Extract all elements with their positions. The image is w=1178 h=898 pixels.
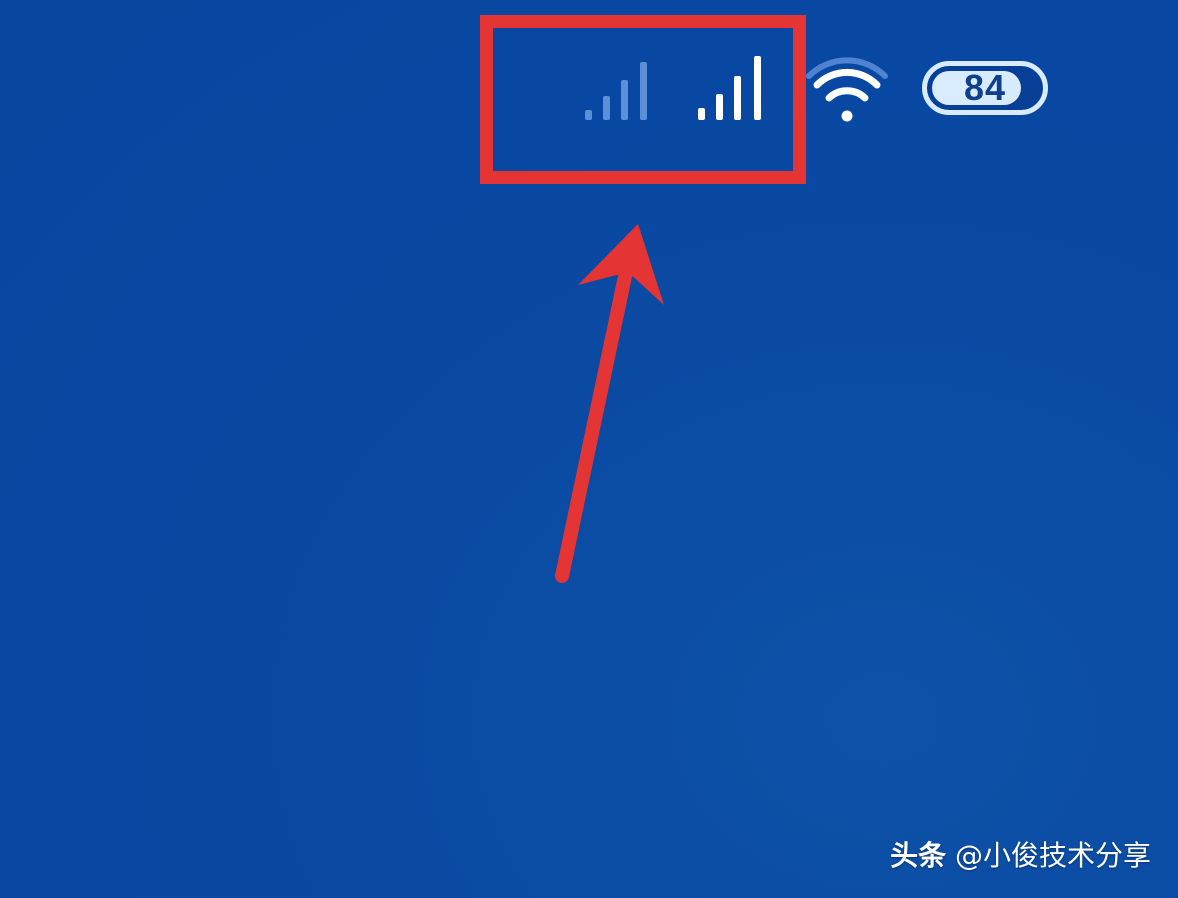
- phone-screen: 84 头条 @小俊技术分享: [0, 0, 1178, 898]
- wifi-dot: [841, 110, 853, 122]
- battery-percent: 84: [963, 67, 1007, 108]
- wifi-arc-large: [813, 68, 881, 89]
- battery-icon: 84: [922, 61, 1048, 115]
- watermark: 头条 @小俊技术分享: [890, 834, 1151, 874]
- watermark-handle: @小俊技术分享: [954, 839, 1151, 872]
- highlight-box: [480, 15, 806, 184]
- arrow-icon: [555, 224, 664, 583]
- wifi-icon: [806, 57, 888, 122]
- wifi-arc-medium: [825, 87, 869, 102]
- watermark-brand: 头条: [890, 839, 947, 872]
- arrow-shaft: [555, 255, 635, 583]
